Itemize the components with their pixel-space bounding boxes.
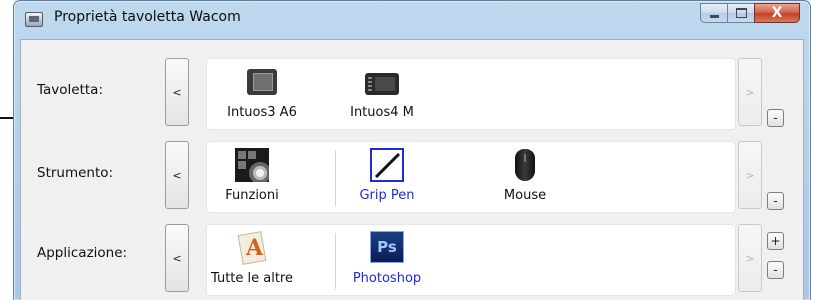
application-separator	[335, 233, 336, 289]
application-item-all-others[interactable]: Tutte le altre	[207, 225, 297, 295]
all-other-apps-icon	[235, 231, 269, 265]
window-title: Proprietà tavoletta Wacom	[54, 9, 241, 25]
tablet-list: Intuos3 A6 Intuos4 M	[206, 58, 736, 130]
application-row-label: Applicazione:	[37, 245, 128, 261]
remove-tool-button[interactable]: -	[767, 192, 784, 210]
tablet-row-label: Tavoletta:	[37, 82, 103, 98]
intuos3-tablet-icon	[245, 65, 279, 99]
maximize-icon	[735, 8, 747, 18]
remove-tablet-button[interactable]: -	[767, 109, 784, 127]
application-next-button[interactable]: >	[738, 224, 762, 292]
tablet-item-intuos3[interactable]: Intuos3 A6	[217, 59, 307, 129]
app-window-icon	[25, 12, 43, 27]
minimize-icon	[709, 14, 719, 18]
tool-row-label: Strumento:	[37, 165, 114, 181]
tablet-item-label: Intuos3 A6	[227, 105, 297, 120]
tablet-item-intuos4[interactable]: Intuos4 M	[337, 59, 427, 129]
mouse-icon	[508, 148, 542, 182]
application-item-label: Photoshop	[352, 271, 422, 286]
add-application-button[interactable]: +	[767, 232, 784, 250]
tool-list: Funzioni Grip Pen Mouse	[206, 141, 736, 213]
remove-application-button[interactable]: -	[767, 261, 784, 279]
grip-pen-icon	[370, 148, 404, 182]
tool-item-mouse[interactable]: Mouse	[480, 142, 570, 212]
tool-separator	[335, 150, 336, 206]
tool-item-grip-pen[interactable]: Grip Pen	[342, 142, 432, 212]
photoshop-icon: Ps	[370, 231, 404, 265]
tablet-next-button[interactable]: >	[738, 58, 762, 126]
application-item-photoshop[interactable]: Ps Photoshop	[342, 225, 432, 295]
close-button[interactable]: X	[754, 3, 800, 23]
tablet-prev-button[interactable]: <	[165, 58, 189, 126]
tool-item-label: Grip Pen	[359, 188, 415, 203]
tool-prev-button[interactable]: <	[165, 141, 189, 209]
tool-item-funzioni[interactable]: Funzioni	[207, 142, 297, 212]
tool-item-label: Funzioni	[225, 188, 279, 203]
minimize-button[interactable]	[700, 3, 728, 23]
wacom-properties-window: Proprietà tavoletta Wacom X Tavoletta: <…	[13, 0, 811, 300]
maximize-button[interactable]	[727, 3, 755, 23]
title-bar: Proprietà tavoletta Wacom X	[14, 1, 810, 39]
tablet-item-label: Intuos4 M	[350, 105, 414, 120]
application-item-label: Tutte le altre	[210, 271, 293, 286]
functions-icon	[235, 148, 269, 182]
content-area: Tavoletta: < Intuos3 A6 Intuos4 M > - St…	[20, 39, 804, 300]
close-icon: X	[771, 5, 783, 21]
intuos4-tablet-icon	[365, 65, 399, 99]
caption-buttons: X	[700, 3, 800, 23]
application-list: Tutte le altre Ps Photoshop	[206, 224, 736, 296]
tool-item-label: Mouse	[503, 188, 547, 203]
tool-next-button[interactable]: >	[738, 141, 762, 209]
application-prev-button[interactable]: <	[165, 224, 189, 292]
